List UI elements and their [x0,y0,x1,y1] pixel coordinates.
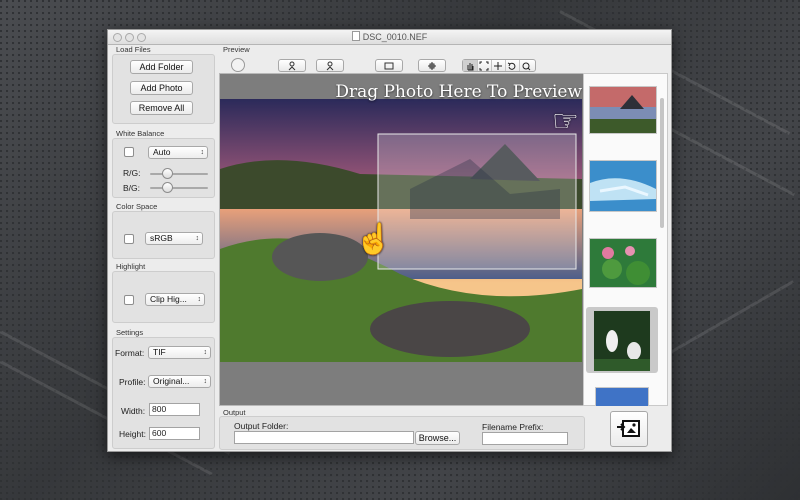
add-photo-button[interactable]: Add Photo [130,81,193,95]
thumbnail-ice-water[interactable] [589,160,657,212]
thumbnail-lotus-flowers[interactable] [589,238,657,288]
preview-photo [220,99,582,362]
settings-label: Settings [116,328,144,337]
profile-select[interactable]: Original... ↕ [148,375,211,388]
undo-icon [507,62,516,70]
crop-icon [384,62,394,69]
profile-label: Profile: [119,377,146,387]
zoom-window-button[interactable] [137,33,146,42]
white-balance-select[interactable]: Auto ↕ [148,146,208,159]
thumbnail-blue-sky[interactable] [595,387,649,406]
rotate-right-button[interactable] [316,59,344,72]
updown-arrows-icon: ↕ [195,235,200,242]
move-button[interactable] [418,59,446,72]
fit-screen-icon [479,61,489,70]
load-files-label: Load Files [116,45,151,54]
updown-arrows-icon: ↕ [203,349,208,356]
updown-arrows-icon: ↕ [200,149,205,156]
format-label: Format: [115,348,145,358]
magnifier-icon [522,62,531,70]
output-folder-label: Output Folder: [234,421,289,431]
window-title: DSC_0010.NEF [362,32,428,42]
person-rotate-icon [288,61,296,70]
color-space-select[interactable]: sRGB ↕ [145,232,203,245]
output-folder-field[interactable] [234,431,414,444]
move-icon [428,61,436,70]
person-rotate-icon [326,61,334,70]
bg-label: B/G: [123,183,141,193]
app-window: DSC_0010.NEF Load Files Add Folder Add P… [107,29,672,452]
profile-value: Original... [153,376,190,386]
thumbnail-herons[interactable] [593,310,651,372]
thumbnail-mountain-lake[interactable] [589,86,657,134]
white-balance-value: Auto [153,147,171,157]
add-folder-button[interactable]: Add Folder [130,60,193,74]
title-bar: DSC_0010.NEF [108,30,671,45]
updown-arrows-icon: ↕ [203,378,208,385]
white-balance-checkbox[interactable] [124,147,134,157]
tool-segment [462,59,536,72]
close-window-button[interactable] [113,33,122,42]
rg-slider-track[interactable] [150,173,208,175]
width-label: Width: [121,406,146,416]
hand-cursor-icon: ☞ [552,105,579,138]
white-balance-label: White Balance [116,129,165,138]
filename-prefix-field[interactable] [482,432,568,445]
highlight-checkbox[interactable] [124,295,134,305]
thumbnail-strip [583,73,668,406]
minimize-window-button[interactable] [125,33,134,42]
filename-prefix-label: Filename Prefix: [482,422,544,432]
rotate-left-button[interactable] [278,59,306,72]
preview-canvas[interactable]: Drag Photo Here To Preview ☞ ☝ [219,73,585,406]
highlight-value: Clip Hig... [150,294,187,304]
drag-hint-text: Drag Photo Here To Preview [335,82,582,102]
height-label: Height: [119,429,146,439]
format-select[interactable]: TIF ↕ [148,346,211,359]
crop-button[interactable] [375,59,403,72]
rg-label: R/G: [123,168,141,178]
document-icon [351,31,360,41]
color-space-checkbox[interactable] [124,234,134,244]
remove-all-button[interactable]: Remove All [130,101,193,115]
split-icon [494,61,502,70]
export-image-icon [617,420,640,437]
preview-label: Preview [223,45,250,54]
height-field[interactable]: 600 [149,427,200,440]
split-tool-button[interactable] [491,60,506,71]
highlight-label: Highlight [116,262,146,271]
convert-button[interactable] [610,411,648,447]
color-space-value: sRGB [150,233,173,243]
rotate-dial-icon[interactable] [231,58,245,72]
width-field[interactable]: 800 [149,403,200,416]
color-space-label: Color Space [116,202,158,211]
bg-slider-track[interactable] [150,187,208,189]
zoom-tool-button[interactable] [519,60,533,71]
format-value: TIF [153,347,166,357]
undo-button[interactable] [505,60,520,71]
browse-button[interactable]: Browse... [415,431,460,445]
highlight-select[interactable]: Clip Hig... ↕ [145,293,205,306]
hand-icon [467,62,474,70]
hand-tool-button[interactable] [463,60,478,71]
updown-arrows-icon: ↕ [197,296,202,303]
thumbnail-scrollbar[interactable] [660,98,664,228]
hand-cursor-icon: ☝ [355,223,393,256]
fit-tool-button[interactable] [477,60,492,71]
